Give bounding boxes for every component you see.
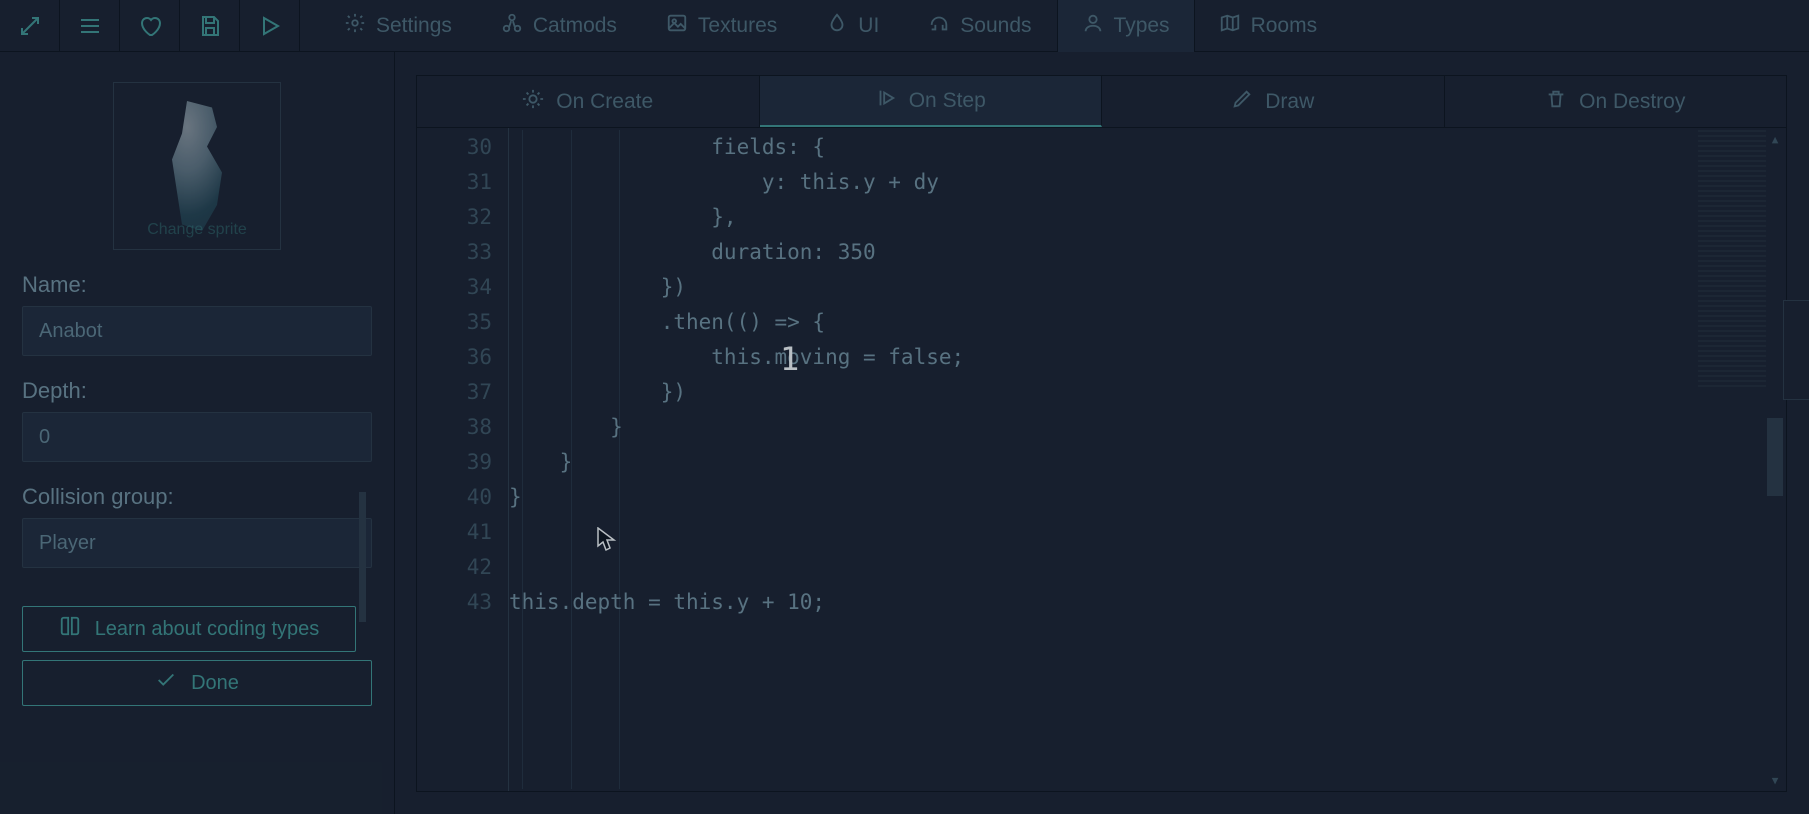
name-input[interactable]	[22, 306, 372, 356]
tab-catmods[interactable]: Catmods	[477, 0, 642, 52]
scroll-down-icon[interactable]: ▼	[1768, 773, 1782, 787]
tab-label: Types	[1114, 14, 1170, 38]
sprite-image	[147, 101, 247, 231]
menu-button[interactable]	[60, 0, 120, 52]
sidebar-scrollbar[interactable]	[359, 492, 366, 622]
sprite-preview[interactable]: Change sprite	[113, 82, 281, 250]
book-icon	[59, 615, 81, 643]
code-event-tabs: On Create On Step Draw On Destroy	[417, 76, 1786, 128]
tab-textures[interactable]: Textures	[642, 0, 802, 52]
line-gutter: 3031323334353637383940414243	[417, 128, 509, 791]
tab-settings[interactable]: Settings	[320, 0, 477, 52]
collision-input[interactable]	[22, 518, 372, 568]
code-tab-onstep[interactable]: On Step	[760, 76, 1103, 127]
minimap[interactable]	[1698, 130, 1766, 390]
code-editor[interactable]: 3031323334353637383940414243 fields: { y…	[417, 128, 1786, 791]
favorite-button[interactable]	[120, 0, 180, 52]
modules-icon	[501, 12, 523, 40]
sun-icon	[522, 88, 544, 116]
change-sprite-label: Change sprite	[114, 221, 280, 239]
code-tab-ondestroy[interactable]: On Destroy	[1445, 76, 1787, 127]
done-label: Done	[191, 672, 239, 695]
tab-label: Catmods	[533, 14, 617, 38]
code-tab-label: On Step	[909, 89, 986, 113]
tab-label: Sounds	[960, 14, 1031, 38]
code-tab-label: On Destroy	[1579, 90, 1685, 114]
tab-label: Settings	[376, 14, 452, 38]
learn-button[interactable]: Learn about coding types	[22, 606, 356, 652]
collision-label: Collision group:	[22, 484, 372, 510]
tab-label: UI	[858, 14, 879, 38]
tab-label: Rooms	[1251, 14, 1318, 38]
check-icon	[155, 669, 177, 697]
learn-label: Learn about coding types	[95, 618, 320, 641]
tab-sounds[interactable]: Sounds	[904, 0, 1056, 52]
gear-icon	[344, 12, 366, 40]
code-tab-label: On Create	[556, 90, 653, 114]
tab-ui[interactable]: UI	[802, 0, 904, 52]
tab-rooms[interactable]: Rooms	[1195, 0, 1343, 52]
type-sidebar: Change sprite Name: Depth: Collision gro…	[0, 52, 395, 814]
depth-label: Depth:	[22, 378, 372, 404]
step-icon	[875, 87, 897, 115]
depth-input[interactable]	[22, 412, 372, 462]
save-button[interactable]	[180, 0, 240, 52]
trash-icon	[1545, 88, 1567, 116]
topbar: Settings Catmods Textures UI Sounds Type…	[0, 0, 1809, 52]
scrollbar-thumb[interactable]	[1767, 418, 1783, 496]
done-button[interactable]: Done	[22, 660, 372, 706]
image-icon	[666, 12, 688, 40]
tab-label: Textures	[698, 14, 777, 38]
right-panel-handle[interactable]	[1783, 300, 1809, 400]
code-tab-oncreate[interactable]: On Create	[417, 76, 760, 127]
headphones-icon	[928, 12, 950, 40]
play-button[interactable]	[240, 0, 300, 52]
code-tab-label: Draw	[1265, 90, 1314, 114]
fullscreen-button[interactable]	[0, 0, 60, 52]
name-label: Name:	[22, 272, 372, 298]
code-editor-panel: On Create On Step Draw On Destroy 303132…	[416, 75, 1787, 792]
pencil-icon	[1231, 88, 1253, 116]
code-tab-draw[interactable]: Draw	[1102, 76, 1445, 127]
droplet-icon	[826, 12, 848, 40]
person-icon	[1082, 12, 1104, 40]
tab-types[interactable]: Types	[1057, 0, 1195, 52]
map-icon	[1219, 12, 1241, 40]
scroll-up-icon[interactable]: ▲	[1768, 132, 1782, 146]
code-lines: fields: { y: this.y + dy }, duration: 35…	[509, 128, 1786, 620]
